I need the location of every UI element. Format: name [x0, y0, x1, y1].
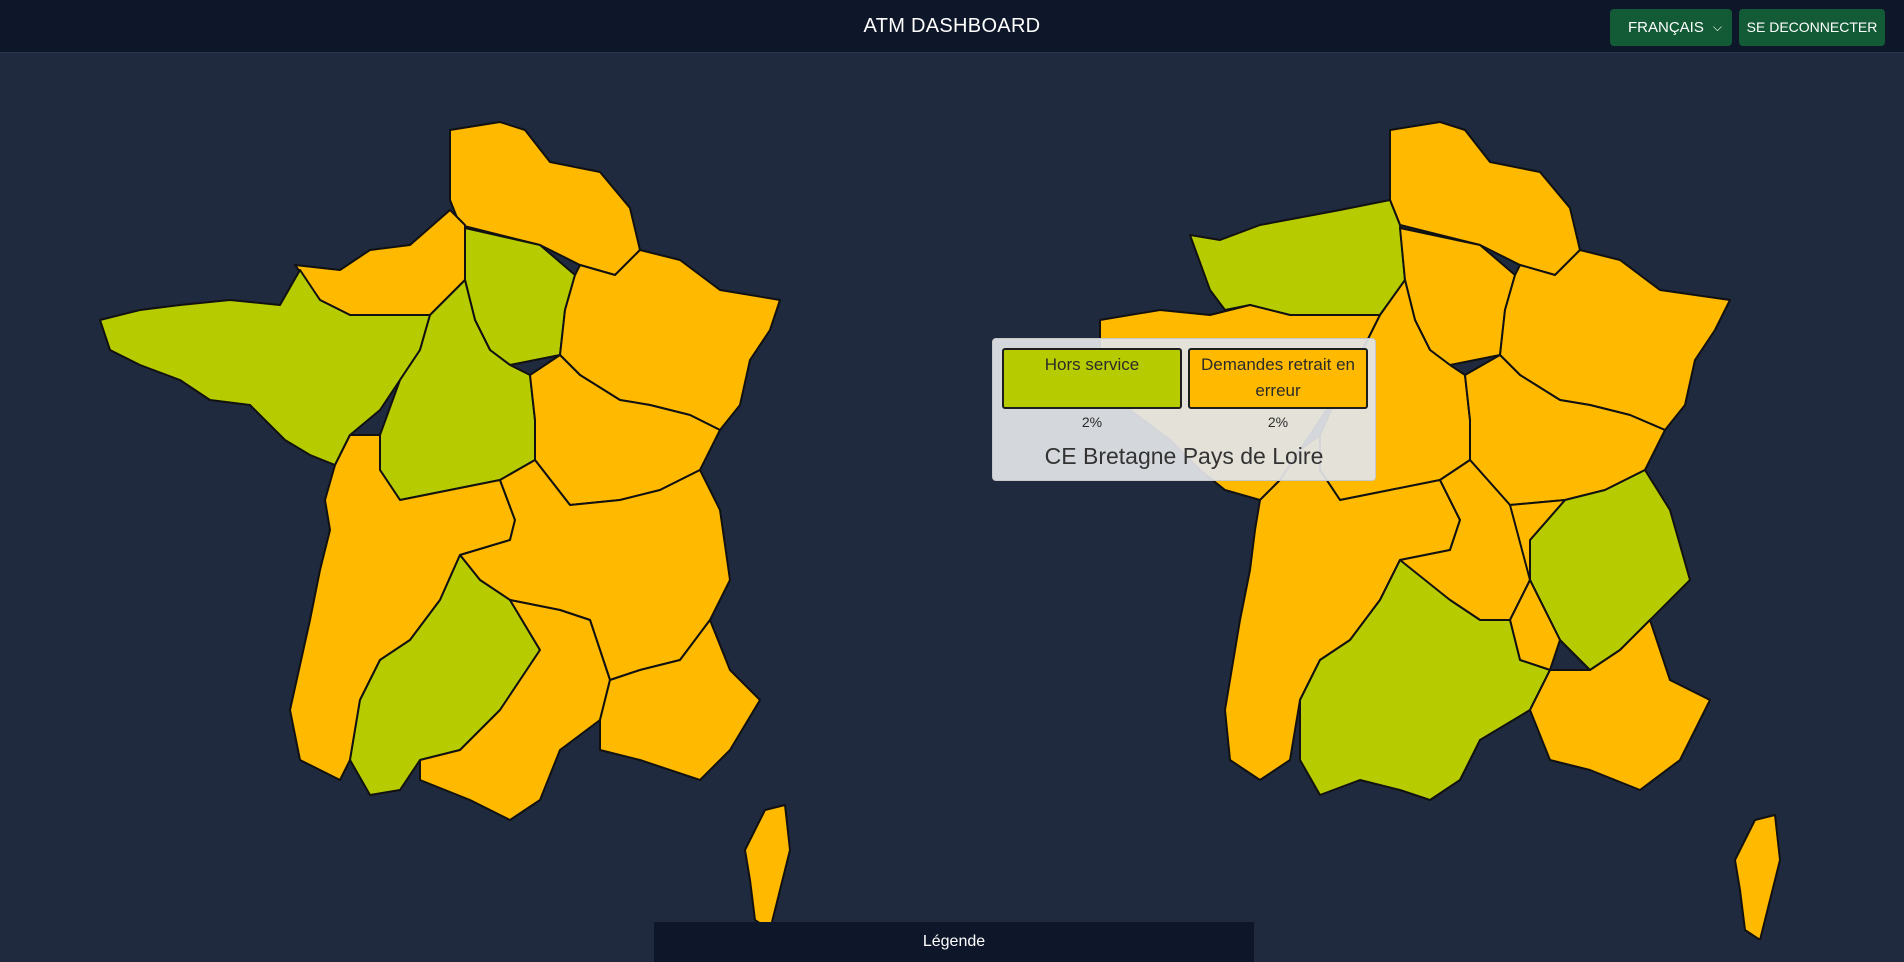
legend-toggle[interactable]: Légende: [654, 922, 1254, 962]
language-select[interactable]: FRANÇAIS ⌵: [1610, 9, 1732, 46]
metric-demandes-retrait-value: 2%: [1267, 414, 1289, 430]
region-normandie[interactable]: [1189, 199, 1406, 316]
chevron-down-icon: ⌵: [1712, 20, 1722, 34]
metric-hors-service-value: 2%: [1081, 414, 1103, 430]
top-bar: ATM DASHBOARD FRANÇAIS ⌵ SE DECONNECTER: [0, 0, 1904, 53]
metric-hors-service: Hors service: [1002, 348, 1182, 409]
map-right: [1099, 121, 1781, 940]
metric-demandes-retrait-erreur: Demandes retrait en erreur: [1188, 348, 1368, 409]
region-corse[interactable]: [1734, 814, 1781, 940]
tooltip-region-name: CE Bretagne Pays de Loire: [1044, 443, 1324, 469]
language-select-value: FRANÇAIS: [1628, 19, 1704, 36]
map-left: [99, 121, 791, 931]
logout-button[interactable]: SE DECONNECTER: [1739, 9, 1885, 46]
region-tooltip: Hors service Demandes retrait en erreur …: [992, 338, 1376, 481]
region-corse[interactable]: [744, 804, 791, 931]
